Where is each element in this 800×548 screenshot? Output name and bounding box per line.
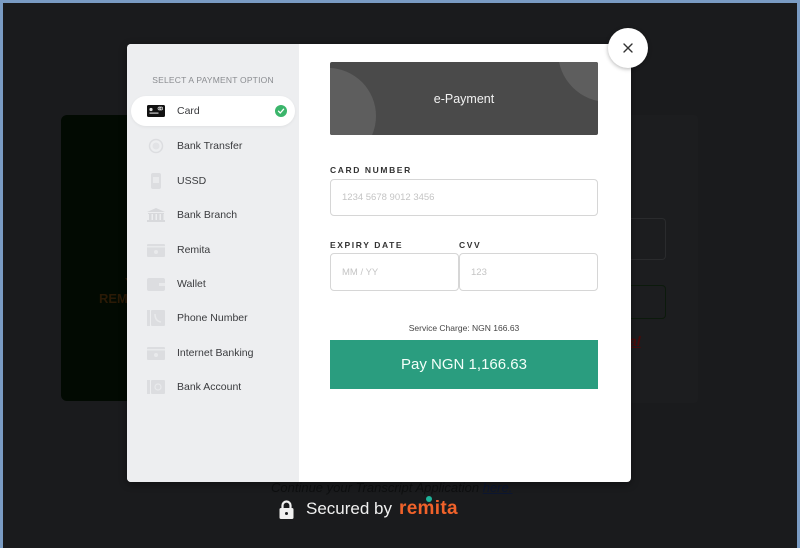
payment-option-label: Bank Account [177, 381, 242, 393]
expiry-date-label: EXPIRY DATE [330, 240, 404, 250]
payment-option-remita[interactable]: Remita [131, 235, 295, 265]
selected-check-icon [275, 105, 287, 117]
wallet-icon [147, 277, 165, 291]
sidebar-title: SELECT A PAYMENT OPTION [152, 75, 274, 85]
payment-option-ussd[interactable]: USSD [131, 166, 295, 196]
payment-option-label: Wallet [177, 278, 206, 290]
pay-button[interactable]: Pay NGN 1,166.63 [330, 340, 598, 389]
payment-option-label: Remita [177, 244, 211, 256]
lock-icon [279, 499, 294, 519]
payment-option-phone-number[interactable]: Phone Number [131, 303, 295, 333]
service-charge-text: Service Charge: NGN 166.63 [408, 323, 520, 333]
payment-option-label: Phone Number [177, 312, 248, 324]
expiry-date-input[interactable] [330, 253, 459, 291]
payment-option-label: Internet Banking [177, 347, 254, 359]
phone-icon [147, 310, 165, 326]
card-number-input[interactable] [330, 179, 598, 216]
close-icon [623, 43, 633, 53]
bank-account-icon [147, 380, 165, 394]
secured-by-text: Secured by [306, 499, 392, 518]
payment-option-label: Bank Branch [177, 209, 238, 221]
payment-option-bank-account[interactable]: Bank Account [131, 372, 295, 402]
close-button[interactable] [608, 28, 648, 68]
payment-option-wallet[interactable]: Wallet [131, 269, 295, 299]
transfer-icon [147, 138, 165, 154]
remita-logo: remita [399, 496, 458, 520]
card-number-label: CARD NUMBER [330, 165, 412, 175]
payment-modal: SELECT A PAYMENT OPTION Card Bank Transf… [127, 44, 631, 482]
remita-logo-dot [426, 496, 432, 502]
browser-frame: Y REM al Continue your Transcript Applic… [0, 0, 800, 548]
continue-here-link: here. [482, 480, 513, 495]
payment-option-label: Bank Transfer [177, 140, 243, 152]
payment-option-internet-banking[interactable]: Internet Banking [131, 338, 295, 368]
payment-option-card[interactable]: Card [131, 96, 295, 126]
internet-banking-icon [147, 346, 165, 360]
payment-options-sidebar: SELECT A PAYMENT OPTION Card Bank Transf… [127, 44, 299, 482]
banner-title: e-Payment [433, 91, 495, 106]
card-payment-panel: e-Payment CARD NUMBER EXPIRY DATE CVV Se… [299, 44, 631, 482]
ussd-phone-icon [147, 173, 165, 189]
continue-text: Continue your Transcript Application [271, 480, 483, 495]
cvv-input[interactable] [459, 253, 598, 291]
payment-option-label: Card [177, 105, 200, 117]
cvv-label: CVV [459, 240, 482, 250]
payment-option-bank-transfer[interactable]: Bank Transfer [131, 131, 295, 161]
secured-by-remita: Secured by remita [279, 496, 458, 520]
remita-card-icon [147, 243, 165, 257]
e-payment-banner: e-Payment [330, 62, 598, 135]
background-continue-text: Continue your Transcript Application her… [271, 480, 512, 495]
bank-icon [147, 208, 165, 222]
payment-option-bank-branch[interactable]: Bank Branch [131, 200, 295, 230]
credit-card-icon [147, 104, 165, 118]
payment-option-label: USSD [177, 175, 207, 187]
